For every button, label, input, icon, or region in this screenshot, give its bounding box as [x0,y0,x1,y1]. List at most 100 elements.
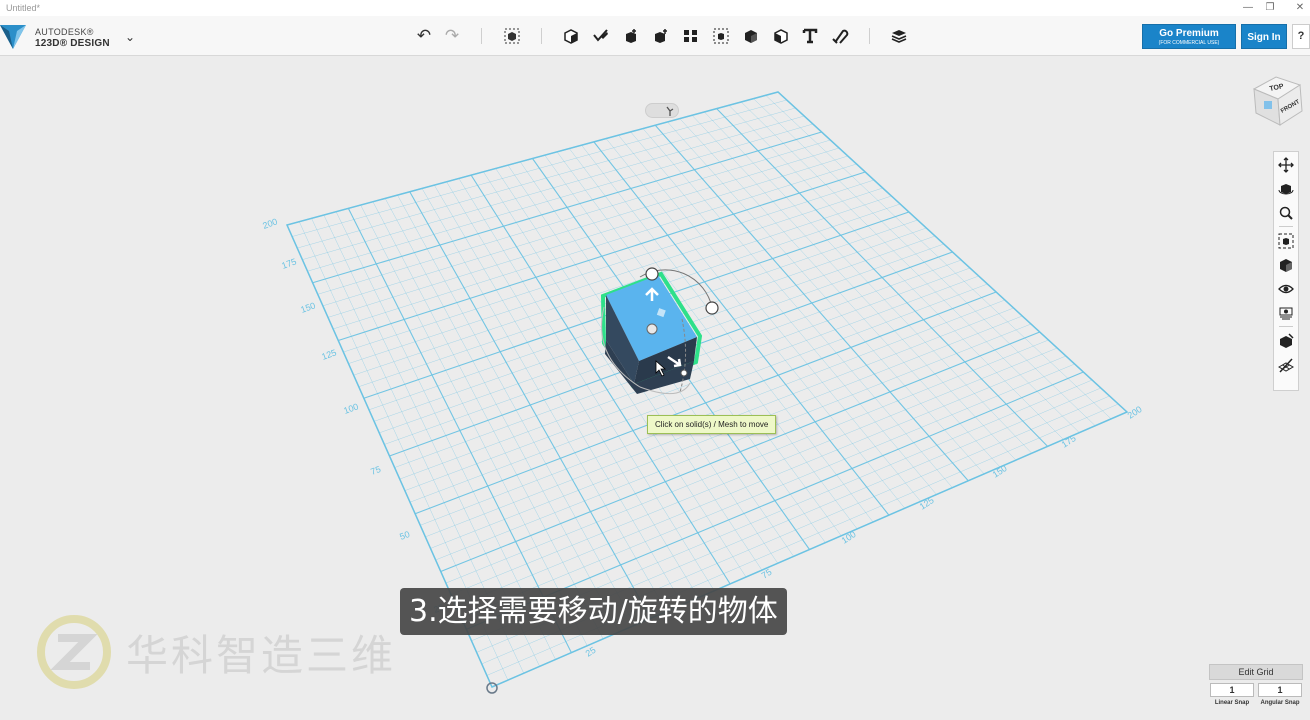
pan-button[interactable] [1277,156,1295,174]
grid-line [312,131,822,284]
grid-line [741,101,1080,433]
close-button[interactable]: ✕ [1290,1,1310,15]
brand-autodesk: AUTODESK® [35,27,94,37]
orbit-button[interactable] [1277,180,1295,198]
view-cube[interactable]: TOP FRONT [1250,69,1306,127]
3d-viewport[interactable]: 2001751501251007550252575100125150175200… [0,57,1310,720]
go-premium-sublabel: (FOR COMMERCIAL USE) [1158,40,1220,46]
materials-layers-icon [891,30,907,43]
transform-button[interactable] [501,25,523,47]
grid-editor: Edit Grid 1 1 Linear Snap Angular Snap [1209,664,1303,720]
text-icon [802,28,818,44]
redo-button[interactable]: ↷ [441,25,463,47]
fit-button[interactable] [1277,232,1295,250]
materials-button[interactable] [888,25,910,47]
toolbar-divider [869,28,870,44]
visibility-button[interactable] [1277,280,1295,298]
view-slider-pill[interactable] [645,103,679,118]
combine-button[interactable] [740,25,762,47]
sketch-button[interactable] [590,25,612,47]
grid-toggle-button[interactable] [1277,356,1295,374]
video-subtitle: 3.选择需要移动/旋转的物体 [400,588,787,635]
perspective-icon [1280,259,1292,272]
grid-line [317,139,831,295]
pattern-icon [684,30,697,42]
grid-tick-label: 50 [398,529,411,542]
grid-tick-label: 175 [1060,433,1078,450]
grid-toggle-icon [1278,358,1294,373]
window-titlebar: Untitled* — ❐ ✕ [0,0,1310,16]
pattern-button[interactable] [680,25,702,47]
materials-view-button[interactable] [1277,304,1295,322]
measure-icon [774,29,788,44]
grid-tick-label: 100 [342,401,360,416]
app-menu-chevron-icon[interactable]: ⌄ [125,30,135,44]
grid-view-button[interactable] [1277,332,1295,350]
rotate-handle-top[interactable] [645,267,659,281]
watermark-text: 华科智造三维 [126,630,397,680]
navigation-bar [1273,151,1299,391]
sign-in-button[interactable]: Sign In [1241,24,1287,49]
pan-icon [1278,157,1294,173]
modify-icon [655,29,667,43]
snap-button[interactable] [829,25,851,47]
angular-snap-label: Angular Snap [1260,700,1300,706]
grid-snap-icon [1280,333,1294,348]
grid-line [302,115,805,260]
main-toolbar: AUTODESK® 123D® DESIGN ⌄ ↶ ↷ Go Premium … [0,16,1310,56]
primitives-box-icon [564,29,578,44]
grid-tick-label: 150 [299,300,317,315]
origin-marker [486,682,498,694]
snap-magnet-icon [832,29,849,44]
zoom-button[interactable] [1277,204,1295,222]
navbar-divider [1279,326,1293,327]
toolbar-divider [481,28,482,44]
primitives-button[interactable] [560,25,582,47]
text-button[interactable] [799,25,821,47]
grid-line [307,123,813,272]
grid-tick-label: 75 [760,567,774,581]
minimize-button[interactable]: — [1238,1,1258,15]
rotate-handle-bottom[interactable] [680,369,688,377]
window-title: Untitled* [6,3,41,13]
redo-icon: ↷ [444,26,460,45]
undo-button[interactable]: ↶ [413,25,435,47]
modify-button[interactable] [650,25,672,47]
move-hint-tooltip: Click on solid(s) / Mesh to move [647,415,777,434]
go-premium-label: Go Premium [1159,28,1219,39]
help-button[interactable]: ? [1292,24,1310,49]
grouping-icon [713,28,729,44]
combine-icon [745,30,757,43]
fit-icon [1278,233,1294,249]
app-logo-icon [0,25,26,49]
toolbar-divider [541,28,542,44]
transform-icon [504,28,520,44]
sketch-pen-icon [593,29,608,42]
grid-tick-label: 200 [1126,404,1144,421]
undo-icon: ↶ [416,26,432,45]
go-premium-button[interactable]: Go Premium (FOR COMMERCIAL USE) [1142,24,1236,49]
grid-line [765,95,1112,420]
zoom-icon [1279,206,1293,220]
watermark-logo-icon [37,615,111,689]
grid-tick-label: 125 [320,347,338,362]
orbit-icon [1278,184,1294,195]
watermark: 华科智造三维 [36,612,396,692]
move-center-handle[interactable] [646,323,658,335]
material-view-icon [1279,307,1293,320]
edit-grid-button[interactable]: Edit Grid [1209,664,1303,680]
grid-tick-label: 125 [918,495,936,512]
grid-tick-label: 100 [840,529,858,546]
linear-snap-label: Linear Snap [1214,700,1250,706]
construct-button[interactable] [620,25,642,47]
restore-button[interactable]: ❐ [1260,1,1280,15]
view-cube-home-marker [1264,101,1272,109]
measure-button[interactable] [770,25,792,47]
linear-snap-input[interactable]: 1 [1210,683,1254,697]
angular-snap-input[interactable]: 1 [1258,683,1302,697]
navbar-divider [1279,226,1293,227]
grouping-button[interactable] [710,25,732,47]
rotate-handle-right[interactable] [705,301,719,315]
construct-icon [626,29,636,43]
perspective-button[interactable] [1277,256,1295,274]
